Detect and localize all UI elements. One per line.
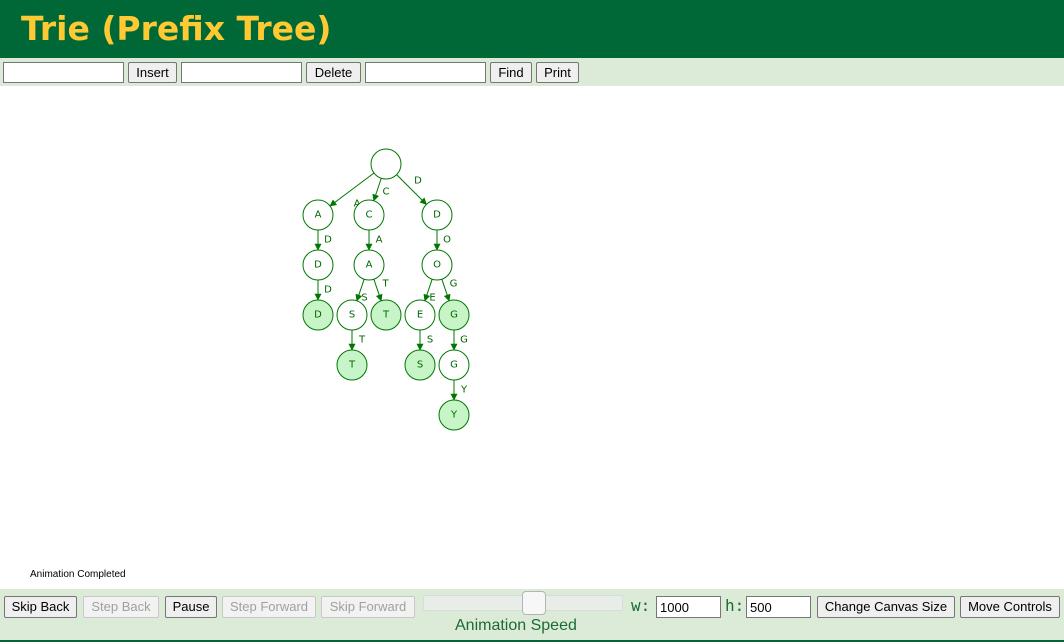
insert-input[interactable] — [3, 62, 124, 83]
trie-edge-label: C — [383, 187, 390, 198]
trie-node: O — [421, 249, 453, 281]
trie-node-label: O — [433, 260, 441, 271]
trie-node-label: G — [450, 310, 458, 321]
trie-node: T — [370, 299, 402, 331]
trie-edge-label: G — [450, 279, 458, 290]
trie-node-label: A — [366, 260, 373, 271]
animation-speed-slider-thumb[interactable] — [521, 591, 546, 615]
trie-diagram: ACDDDASTTOEGS GY ADDCASTTDOESGGY — [302, 148, 470, 431]
trie-edge-label: T — [358, 335, 366, 346]
trie-node-circle — [370, 148, 402, 180]
status-message: Animation Completed — [30, 569, 126, 580]
trie-node-label: D — [314, 310, 322, 321]
trie-edge-label: E — [429, 293, 435, 304]
trie-edge-label: Y — [460, 385, 468, 396]
canvas-height-input[interactable] — [746, 596, 811, 618]
trie-edge-label: D — [324, 285, 332, 296]
trie-root-node — [370, 148, 402, 180]
trie-edge — [396, 174, 427, 205]
find-input[interactable] — [365, 62, 486, 83]
canvas-width-input[interactable] — [656, 596, 721, 618]
skip-back-button[interactable]: Skip Back — [4, 596, 77, 618]
trie-edge-label: O — [443, 235, 451, 246]
trie-edge — [373, 279, 383, 302]
trie-node: S — [404, 349, 436, 381]
trie-node-label: S — [349, 310, 355, 321]
trie-node: Y — [438, 399, 470, 431]
trie-node-label: T — [382, 310, 390, 321]
step-forward-button[interactable]: Step Forward — [222, 596, 316, 618]
trie-node: A — [302, 199, 334, 231]
pause-button[interactable]: Pause — [165, 596, 217, 618]
trie-node-label: D — [433, 210, 441, 221]
trie-edge-label: A — [376, 235, 383, 246]
trie-node-label: C — [366, 210, 373, 221]
trie-node: E — [404, 299, 436, 331]
trie-node: G — [438, 349, 470, 381]
print-button[interactable]: Print — [536, 62, 579, 83]
delete-button[interactable]: Delete — [306, 62, 361, 83]
trie-edge-label: T — [381, 279, 389, 290]
trie-node: D — [302, 299, 334, 331]
trie-edge-label: G — [460, 335, 468, 346]
trie-node: D — [421, 199, 453, 231]
trie-edge-label: D — [414, 176, 422, 187]
trie-node-label: G — [450, 360, 458, 371]
trie-node: D — [302, 249, 334, 281]
animation-canvas[interactable]: ACDDDASTTOEGSGY ADDCASTTDOESGGY — [0, 86, 1064, 588]
trie-node-label: S — [417, 360, 423, 371]
header-bar: Trie (Prefix Tree) — [0, 0, 1064, 58]
trie-edge — [441, 279, 451, 302]
trie-node-label: D — [314, 260, 322, 271]
skip-forward-button[interactable]: Skip Forward — [321, 596, 415, 618]
width-label: w: — [631, 596, 651, 615]
trie-node-label: Y — [450, 410, 458, 421]
trie-edge-label: S — [427, 335, 433, 346]
delete-input[interactable] — [181, 62, 302, 83]
trie-node-label: E — [417, 310, 423, 321]
change-canvas-size-button[interactable]: Change Canvas Size — [817, 596, 955, 618]
trie-node: A — [353, 249, 385, 281]
trie-edge-label: S — [361, 293, 367, 304]
move-controls-button[interactable]: Move Controls — [960, 596, 1060, 618]
insert-button[interactable]: Insert — [128, 62, 177, 83]
trie-node: S — [336, 299, 368, 331]
page-title: Trie (Prefix Tree) — [21, 9, 332, 48]
trie-edge-label: D — [324, 235, 332, 246]
trie-node: C — [353, 199, 385, 231]
trie-edge — [372, 178, 382, 202]
height-label: h: — [725, 596, 745, 615]
animation-controls-bar: Skip Back Step Back Pause Step Forward S… — [0, 589, 1064, 642]
trie-node: G — [438, 299, 470, 331]
trie-node: T — [336, 349, 368, 381]
animation-speed-label: Animation Speed — [455, 617, 577, 634]
trie-node-label: A — [315, 210, 322, 221]
trie-node-label: T — [348, 360, 356, 371]
algorithm-controls-bar: Insert Delete Find Print — [0, 58, 1064, 86]
find-button[interactable]: Find — [490, 62, 532, 83]
step-back-button[interactable]: Step Back — [83, 596, 159, 618]
